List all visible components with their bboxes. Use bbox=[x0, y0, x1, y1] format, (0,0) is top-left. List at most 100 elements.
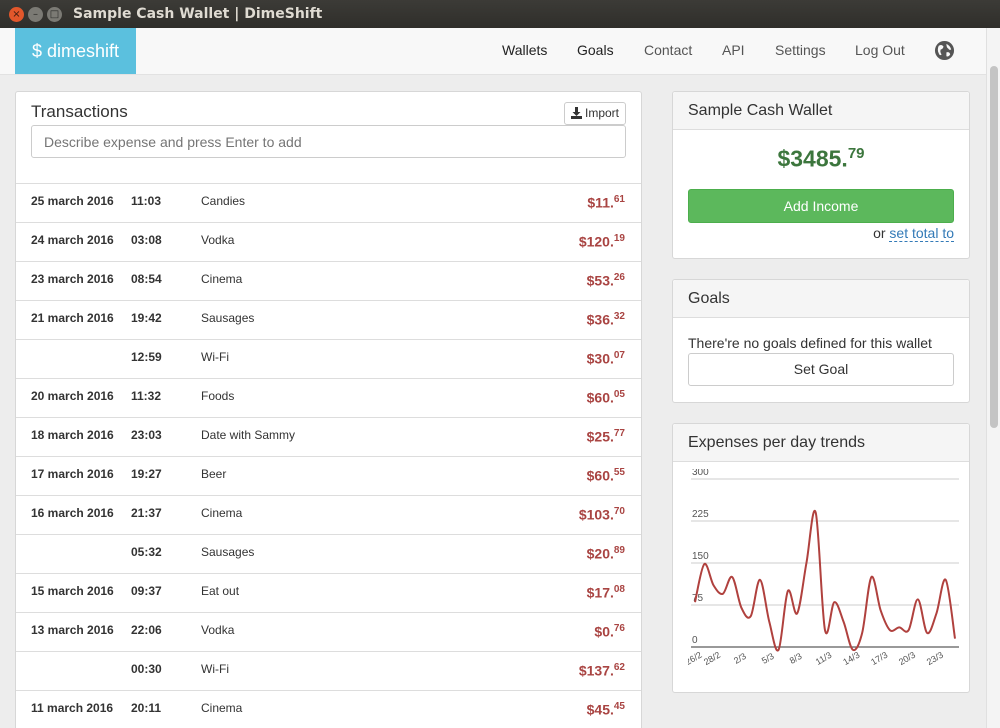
transaction-row[interactable]: 20 march 2016 11:32 Foods $60.05 bbox=[16, 378, 641, 417]
transaction-amount: $137.62 bbox=[579, 662, 625, 679]
wallet-title: Sample Cash Wallet bbox=[673, 92, 969, 130]
transaction-row[interactable]: 17 march 2016 19:27 Beer $60.55 bbox=[16, 456, 641, 495]
top-navbar: $ dimeshift Wallets Goals Contact API Se… bbox=[0, 28, 986, 75]
transaction-amount: $103.70 bbox=[579, 506, 625, 523]
transaction-date: 23 march 2016 bbox=[31, 272, 114, 286]
amount-main: $45. bbox=[586, 701, 614, 718]
import-button[interactable]: Import bbox=[564, 102, 626, 125]
amount-cents: 70 bbox=[613, 506, 625, 517]
transaction-date: 18 march 2016 bbox=[31, 428, 114, 442]
wallet-panel: Sample Cash Wallet $3485.79 Add Income o… bbox=[672, 91, 970, 259]
transaction-description: Eat out bbox=[201, 584, 240, 598]
transaction-date: 16 march 2016 bbox=[31, 506, 114, 520]
nav-contact[interactable]: Contact bbox=[644, 42, 692, 58]
wallet-balance: $3485.79 bbox=[673, 145, 969, 173]
window-minimize-button[interactable]: – bbox=[28, 7, 43, 22]
window-titlebar: × – □ Sample Cash Wallet | DimeShift bbox=[0, 0, 1000, 28]
transaction-description: Wi-Fi bbox=[201, 350, 229, 364]
transaction-time: 11:32 bbox=[131, 389, 162, 403]
x-tick-label: 11/3 bbox=[814, 650, 834, 667]
transaction-row[interactable]: 12:59 Wi-Fi $30.07 bbox=[16, 339, 641, 378]
x-tick-label: 17/3 bbox=[869, 650, 889, 667]
set-goal-button[interactable]: Set Goal bbox=[688, 353, 954, 386]
trends-panel: Expenses per day trends 0 75 150 225 300 26/2… bbox=[672, 423, 970, 693]
amount-cents: 89 bbox=[613, 545, 625, 556]
transaction-date: 17 march 2016 bbox=[31, 467, 114, 481]
nav-settings[interactable]: Settings bbox=[775, 42, 826, 58]
transaction-time: 22:06 bbox=[131, 623, 162, 637]
transaction-date: 11 march 2016 bbox=[31, 701, 114, 715]
transaction-row[interactable]: 24 march 2016 03:08 Vodka $120.19 bbox=[16, 222, 641, 261]
transaction-date: 15 march 2016 bbox=[31, 584, 114, 598]
transaction-row[interactable]: 11 march 2016 20:11 Cinema $45.45 bbox=[16, 690, 641, 728]
amount-cents: 62 bbox=[613, 662, 625, 673]
x-tick-label: 23/3 bbox=[925, 650, 945, 667]
nav-goals[interactable]: Goals bbox=[577, 42, 614, 58]
amount-cents: 61 bbox=[613, 194, 625, 205]
amount-cents: 05 bbox=[613, 389, 625, 400]
window-maximize-button[interactable]: □ bbox=[47, 7, 62, 22]
transaction-amount: $45.45 bbox=[587, 701, 625, 718]
transaction-time: 19:27 bbox=[131, 467, 162, 481]
transaction-date: 13 march 2016 bbox=[31, 623, 114, 637]
amount-main: $60. bbox=[586, 389, 614, 406]
transaction-time: 12:59 bbox=[131, 350, 162, 364]
amount-main: $53. bbox=[586, 272, 614, 289]
amount-main: $20. bbox=[586, 545, 614, 562]
transaction-amount: $20.89 bbox=[587, 545, 625, 562]
add-income-button[interactable]: Add Income bbox=[688, 189, 954, 223]
amount-cents: 07 bbox=[613, 350, 625, 361]
balance-main: $3485. bbox=[777, 145, 848, 172]
transaction-amount: $17.08 bbox=[587, 584, 625, 601]
transaction-row[interactable]: 13 march 2016 22:06 Vodka $0.76 bbox=[16, 612, 641, 651]
goals-empty-text: There're no goals defined for this walle… bbox=[688, 335, 932, 351]
transaction-description: Vodka bbox=[201, 233, 235, 247]
import-label: Import bbox=[585, 106, 620, 120]
transaction-row[interactable]: 18 march 2016 23:03 Date with Sammy $25.77 bbox=[16, 417, 641, 456]
transaction-row[interactable]: 05:32 Sausages $20.89 bbox=[16, 534, 641, 573]
transaction-amount: $60.05 bbox=[587, 389, 625, 406]
window-title: Sample Cash Wallet | DimeShift bbox=[73, 6, 323, 22]
window-close-button[interactable]: × bbox=[9, 7, 24, 22]
amount-main: $30. bbox=[586, 350, 614, 367]
transaction-date: 24 march 2016 bbox=[31, 233, 114, 247]
transaction-row[interactable]: 00:30 Wi-Fi $137.62 bbox=[16, 651, 641, 690]
set-total-link[interactable]: set total to bbox=[889, 225, 954, 242]
nav-wallets[interactable]: Wallets bbox=[502, 42, 547, 58]
transaction-description: Sausages bbox=[201, 545, 255, 559]
transaction-date: 20 march 2016 bbox=[31, 389, 114, 403]
amount-cents: 26 bbox=[613, 272, 625, 283]
transaction-time: 00:30 bbox=[131, 662, 162, 676]
expenses-series-line bbox=[694, 509, 956, 652]
transaction-row[interactable]: 23 march 2016 08:54 Cinema $53.26 bbox=[16, 261, 641, 300]
nav-logout[interactable]: Log Out bbox=[855, 42, 905, 58]
page-scrollbar[interactable] bbox=[986, 28, 1000, 728]
y-tick-label: 300 bbox=[692, 469, 709, 478]
nav-api[interactable]: API bbox=[722, 42, 745, 58]
transaction-description: Foods bbox=[201, 389, 235, 403]
transaction-amount: $36.32 bbox=[587, 311, 625, 328]
amount-main: $11. bbox=[587, 194, 614, 211]
transaction-date: 21 march 2016 bbox=[31, 311, 114, 325]
scrollbar-thumb[interactable] bbox=[990, 66, 998, 428]
amount-cents: 45 bbox=[613, 701, 625, 712]
amount-main: $60. bbox=[586, 467, 614, 484]
transaction-row[interactable]: 21 march 2016 19:42 Sausages $36.32 bbox=[16, 300, 641, 339]
transaction-time: 05:32 bbox=[131, 545, 162, 559]
goals-panel: Goals There're no goals defined for this… bbox=[672, 279, 970, 403]
transaction-row[interactable]: 25 march 2016 11:03 Candies $11.61 bbox=[16, 183, 641, 222]
transaction-row[interactable]: 16 march 2016 21:37 Cinema $103.70 bbox=[16, 495, 641, 534]
transaction-time: 23:03 bbox=[131, 428, 162, 442]
brand-logo[interactable]: $ dimeshift bbox=[15, 28, 136, 74]
amount-cents: 77 bbox=[613, 428, 625, 439]
x-tick-label: 2/3 bbox=[732, 651, 748, 666]
globe-icon[interactable] bbox=[934, 40, 955, 61]
amount-main: $17. bbox=[586, 584, 614, 601]
transaction-amount: $30.07 bbox=[587, 350, 625, 367]
expense-input[interactable] bbox=[31, 125, 626, 158]
transaction-time: 20:11 bbox=[131, 701, 162, 715]
transaction-description: Cinema bbox=[201, 506, 243, 520]
transaction-row[interactable]: 15 march 2016 09:37 Eat out $17.08 bbox=[16, 573, 641, 612]
y-tick-label: 0 bbox=[692, 635, 698, 646]
transaction-description: Cinema bbox=[201, 701, 243, 715]
